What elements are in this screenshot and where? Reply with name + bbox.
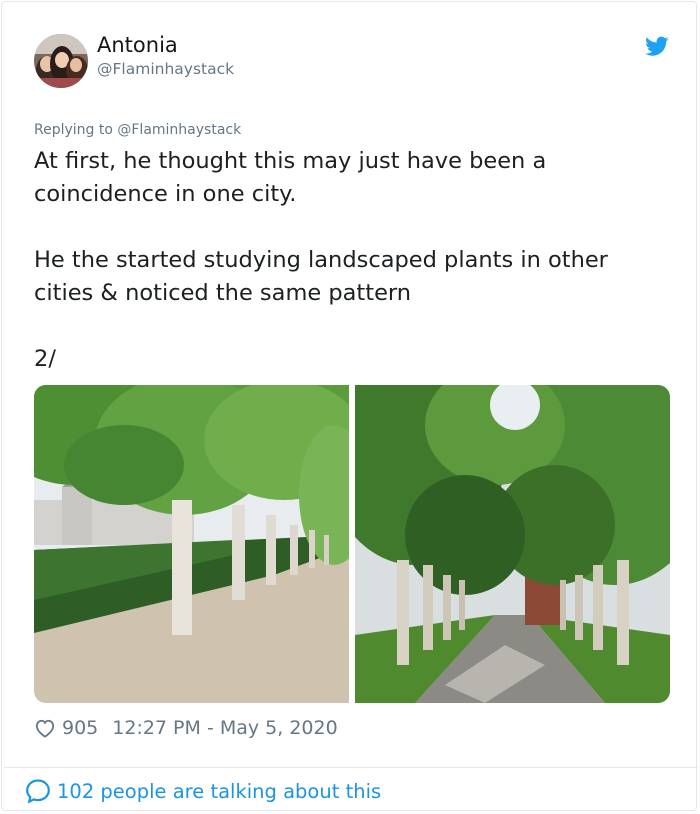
tweet-paragraph: 2/ <box>34 346 56 372</box>
tweet-photo-2[interactable] <box>355 385 670 703</box>
tweet-card: Antonia @Flaminhaystack Replying to @Fla… <box>1 1 698 811</box>
divider <box>4 767 698 768</box>
talking-label[interactable]: 102 people are talking about this <box>57 780 381 803</box>
talking-link[interactable]: 102 people are talking about this <box>25 777 381 805</box>
tweet-meta: 905 12:27 PM - May 5, 2020 <box>34 714 338 742</box>
timestamp[interactable]: 12:27 PM - May 5, 2020 <box>112 717 337 739</box>
tweet-paragraph: He the started studying landscaped plant… <box>34 247 608 306</box>
avatar[interactable] <box>34 34 88 88</box>
like-count[interactable]: 905 <box>62 717 98 739</box>
author-handle[interactable]: @Flaminhaystack <box>97 60 234 78</box>
twitter-bird-icon[interactable] <box>645 36 669 57</box>
replying-to[interactable]: Replying to @Flaminhaystack <box>34 122 241 138</box>
author-display-name[interactable]: Antonia <box>97 33 178 57</box>
tweet-photo-1[interactable] <box>34 385 349 703</box>
tweet-paragraph: At first, he thought this may just have … <box>34 148 547 207</box>
heart-icon[interactable] <box>34 718 56 738</box>
speech-bubble-icon <box>26 779 50 804</box>
tweet-text: At first, he thought this may just have … <box>34 145 674 376</box>
